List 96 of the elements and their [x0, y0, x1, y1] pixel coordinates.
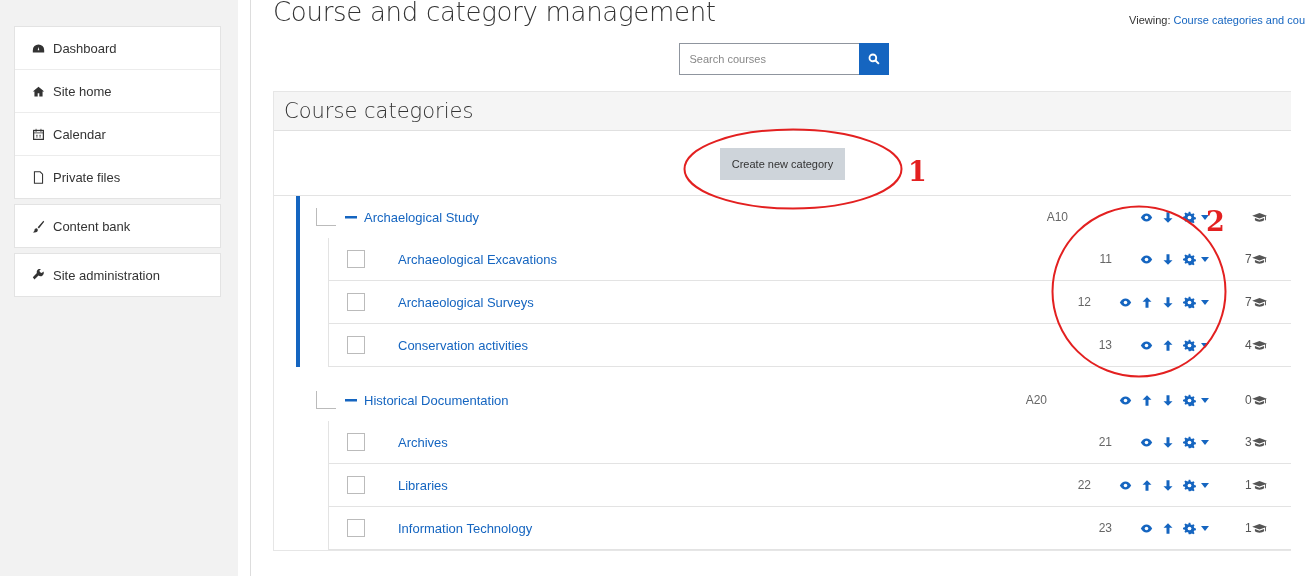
course-count: 7: [1245, 295, 1252, 309]
settings-icon[interactable]: [1183, 521, 1196, 535]
caret-icon[interactable]: [1201, 397, 1209, 403]
arrow-up-icon[interactable]: [1141, 393, 1153, 407]
home-icon: [32, 84, 45, 98]
search-icon: [867, 53, 880, 65]
settings-icon[interactable]: [1183, 435, 1196, 449]
graduation-cap-icon: [1251, 253, 1267, 265]
nav-item[interactable]: Content bank: [15, 205, 220, 247]
eye-icon[interactable]: [1140, 521, 1153, 535]
id-number: 23: [1098, 521, 1112, 535]
eye-icon[interactable]: [1119, 478, 1132, 492]
graduation-cap-icon: [1251, 296, 1267, 308]
search-field[interactable]: Search courses: [678, 43, 859, 75]
checkbox[interactable]: [316, 208, 336, 226]
eye-icon[interactable]: [1140, 252, 1153, 266]
file-icon: [32, 170, 45, 184]
settings-icon[interactable]: [1183, 210, 1196, 224]
eye-icon[interactable]: [1140, 210, 1153, 224]
id-number: 12: [1077, 295, 1091, 309]
course-count: 7: [1245, 252, 1252, 266]
id-number: 13: [1098, 338, 1112, 352]
eye-icon[interactable]: [1140, 435, 1153, 449]
category-link[interactable]: Archaeological Excavations: [398, 251, 1100, 267]
course-count: 1: [1245, 521, 1252, 535]
arrow-down-icon[interactable]: [1162, 295, 1174, 309]
settings-icon[interactable]: [1183, 478, 1196, 492]
search-button[interactable]: [858, 43, 889, 75]
graduation-cap-icon: [1251, 394, 1267, 406]
nav-item[interactable]: Dashboard: [15, 27, 220, 69]
id-number: A10: [1046, 210, 1068, 224]
caret-icon[interactable]: [1201, 214, 1209, 220]
brush-icon: [32, 219, 45, 233]
nav-item[interactable]: Site home: [15, 69, 220, 112]
panel-title: Course categories: [274, 92, 1291, 131]
nav-item[interactable]: Site administration: [15, 254, 220, 296]
checkbox[interactable]: [347, 336, 365, 354]
id-number: 11: [1099, 252, 1112, 266]
caret-icon[interactable]: [1201, 482, 1209, 488]
arrow-up-icon[interactable]: [1162, 521, 1174, 535]
checkbox[interactable]: [316, 391, 336, 409]
caret-icon[interactable]: [1201, 256, 1209, 262]
eye-icon[interactable]: [1140, 338, 1153, 352]
category-link[interactable]: Archaeological Surveys: [398, 294, 1078, 310]
arrow-up-icon[interactable]: [1141, 295, 1153, 309]
nav-item[interactable]: Private files: [15, 155, 220, 198]
calendar-icon: [32, 127, 45, 141]
arrow-down-icon[interactable]: [1162, 210, 1174, 224]
graduation-cap-icon: [1251, 479, 1267, 491]
arrow-up-icon[interactable]: [1162, 338, 1174, 352]
category-link[interactable]: Information Technology: [398, 520, 1099, 536]
arrow-down-icon[interactable]: [1162, 478, 1174, 492]
checkbox[interactable]: [347, 293, 365, 311]
checkbox[interactable]: [347, 519, 365, 537]
arrow-up-icon[interactable]: [1141, 478, 1153, 492]
arrow-down-icon[interactable]: [1162, 252, 1174, 266]
caret-icon[interactable]: [1201, 439, 1209, 445]
checkbox[interactable]: [347, 250, 365, 268]
course-count: 1: [1245, 478, 1252, 492]
category-link[interactable]: Archives: [398, 434, 1099, 450]
category-link[interactable]: Conservation activities: [398, 337, 1099, 353]
dashboard-icon: [32, 41, 45, 55]
arrow-down-icon[interactable]: [1162, 393, 1174, 407]
nav-item[interactable]: Calendar: [15, 112, 220, 155]
course-count: 0: [1245, 393, 1252, 407]
settings-icon[interactable]: [1183, 252, 1196, 266]
course-count: 4: [1245, 338, 1252, 352]
graduation-cap-icon: [1251, 436, 1267, 448]
category-link[interactable]: Archaelogical Study: [364, 209, 1047, 225]
eye-icon[interactable]: [1119, 295, 1132, 309]
id-number: A20: [1025, 393, 1047, 407]
graduation-cap-icon: [1251, 339, 1267, 351]
caret-icon[interactable]: [1201, 299, 1209, 305]
id-number: 22: [1077, 478, 1091, 492]
category-link[interactable]: Historical Documentation: [364, 392, 1026, 408]
annotation-number: 1: [908, 158, 927, 185]
category-link[interactable]: Libraries: [398, 477, 1078, 493]
create-category-button[interactable]: Create new category: [719, 148, 846, 180]
settings-icon[interactable]: [1183, 295, 1196, 309]
settings-icon[interactable]: [1183, 393, 1196, 407]
settings-icon[interactable]: [1183, 338, 1196, 352]
eye-icon[interactable]: [1119, 393, 1132, 407]
graduation-cap-icon: [1252, 211, 1267, 223]
viewing-breadcrumb: Viewing: Course categories and cou: [1129, 13, 1305, 26]
checkbox[interactable]: [347, 433, 365, 451]
caret-icon[interactable]: [1201, 525, 1209, 531]
wrench-icon: [32, 268, 45, 282]
graduation-cap-icon: [1251, 522, 1267, 534]
id-number: 21: [1098, 435, 1112, 449]
annotation-number: 2: [1206, 208, 1225, 235]
course-count: 3: [1245, 435, 1252, 449]
caret-icon[interactable]: [1201, 342, 1209, 348]
page-title: Course and category management: [273, 0, 716, 27]
checkbox[interactable]: [347, 476, 365, 494]
arrow-down-icon[interactable]: [1162, 435, 1174, 449]
breadcrumb-link[interactable]: Course categories and cou: [1173, 14, 1305, 26]
